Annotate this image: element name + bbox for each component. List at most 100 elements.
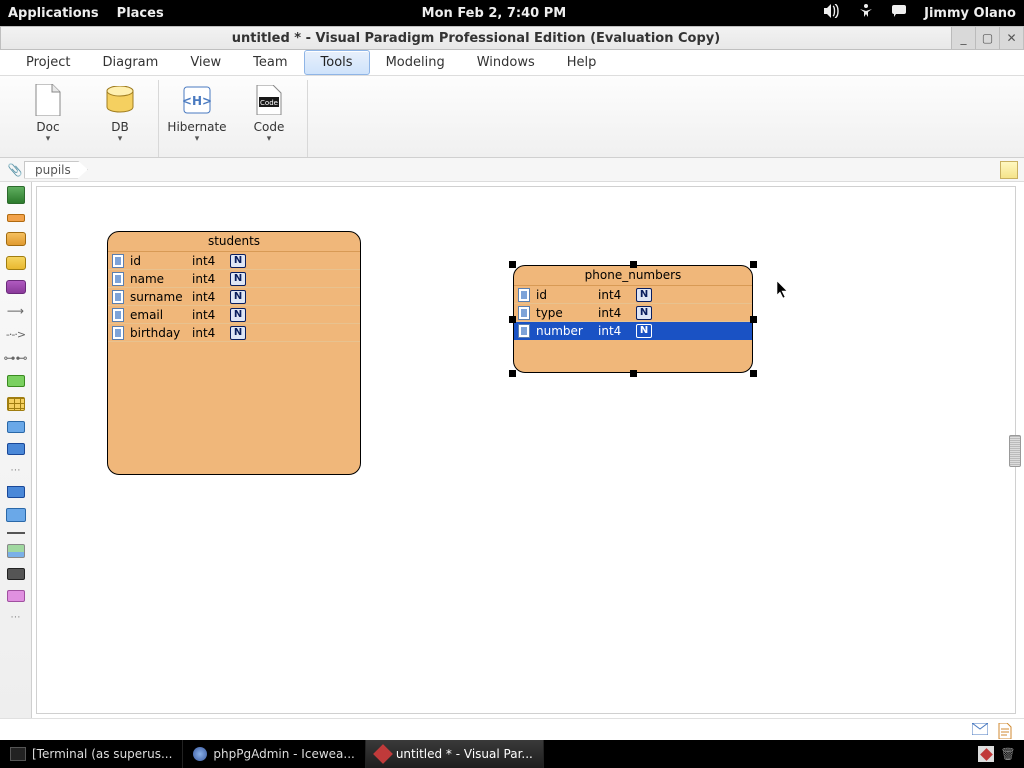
applications-menu[interactable]: Applications [8, 6, 99, 21]
column-icon [112, 326, 124, 340]
taskbar: [Terminal (as superus... phpPgAdmin - Ic… [0, 740, 1024, 768]
entity-phone-numbers-title: phone_numbers [514, 266, 752, 286]
menu-tools[interactable]: Tools [304, 50, 370, 75]
entity-phone-numbers[interactable]: phone_numbers idint4N typeint4N numberin… [513, 265, 753, 373]
palette-orange-2[interactable] [6, 232, 26, 246]
menu-help[interactable]: Help [551, 51, 613, 74]
column-row-selected[interactable]: numberint4N [514, 322, 752, 340]
column-row[interactable]: birthdayint4N [108, 324, 360, 342]
palette-camera[interactable] [7, 568, 25, 580]
column-icon [112, 308, 124, 322]
palette-more[interactable]: ⋯ [11, 612, 21, 623]
palette-purple[interactable] [6, 280, 26, 294]
volume-icon[interactable] [824, 4, 840, 22]
column-row[interactable]: typeint4N [514, 304, 752, 322]
document-status-icon[interactable] [998, 723, 1014, 737]
resize-handle[interactable] [750, 370, 757, 377]
nullable-badge: N [230, 272, 246, 286]
window-minimize-button[interactable]: _ [951, 27, 975, 49]
mail-icon[interactable] [972, 723, 988, 737]
entity-phone-numbers-selection: phone_numbers idint4N typeint4N numberin… [513, 265, 753, 373]
taskbar-terminal[interactable]: [Terminal (as superus... [0, 740, 183, 768]
nullable-badge: N [636, 306, 652, 320]
accessibility-icon[interactable] [858, 3, 874, 23]
nullable-badge: N [230, 326, 246, 340]
palette-image[interactable] [7, 544, 25, 558]
clock: Mon Feb 2, 7:40 PM [164, 6, 824, 21]
palette-note[interactable] [7, 590, 25, 602]
palette-line[interactable] [7, 532, 25, 534]
column-row[interactable]: emailint4N [108, 306, 360, 324]
nullable-badge: N [636, 324, 652, 338]
palette-yellow[interactable] [6, 256, 26, 270]
code-icon: Code [253, 84, 285, 116]
resize-handle[interactable] [630, 261, 637, 268]
palette-table[interactable] [7, 397, 25, 411]
menu-bar: Project Diagram View Team Tools Modeling… [0, 50, 1024, 76]
column-icon [112, 254, 124, 268]
menu-windows[interactable]: Windows [461, 51, 551, 74]
palette-dots[interactable]: ⋯ [11, 465, 21, 476]
taskbar-visual-paradigm[interactable]: untitled * - Visual Par... [366, 740, 544, 768]
nullable-badge: N [230, 254, 246, 268]
resize-handle[interactable] [509, 316, 516, 323]
window-close-button[interactable]: ✕ [999, 27, 1023, 49]
breadcrumb-item[interactable]: pupils [24, 161, 88, 179]
nullable-badge: N [230, 290, 246, 304]
attachment-icon[interactable]: 📎 [6, 161, 24, 179]
nullable-badge: N [636, 288, 652, 302]
resize-handle[interactable] [630, 370, 637, 377]
window-titlebar: untitled * - Visual Paradigm Professiona… [0, 26, 1024, 50]
taskbar-phppgadmin[interactable]: phpPgAdmin - Icewea... [183, 740, 365, 768]
palette-cursor[interactable] [7, 186, 25, 204]
column-row[interactable]: idint4N [108, 252, 360, 270]
resize-handle[interactable] [509, 261, 516, 268]
resize-handle[interactable] [750, 261, 757, 268]
hibernate-button[interactable]: <H> Hibernate ▾ [167, 80, 227, 157]
tray-trash-icon[interactable]: 🗑 [1000, 746, 1016, 762]
entity-students[interactable]: students idint4N nameint4N surnameint4N … [107, 231, 361, 475]
document-icon [32, 84, 64, 116]
entity-students-title: students [108, 232, 360, 252]
resize-handle[interactable] [509, 370, 516, 377]
palette-blue-1[interactable] [7, 421, 25, 433]
palette-orange-1[interactable] [7, 214, 25, 222]
breadcrumb-bar: 📎 pupils [0, 158, 1024, 182]
doc-button[interactable]: Doc ▾ [18, 80, 78, 157]
code-button[interactable]: Code Code ▾ [239, 80, 299, 157]
db-button[interactable]: DB ▾ [90, 80, 150, 157]
chat-icon[interactable] [892, 5, 906, 21]
tray-vp-icon[interactable] [978, 746, 994, 762]
column-row[interactable]: surnameint4N [108, 288, 360, 306]
vp-icon [373, 744, 393, 764]
status-bar [0, 718, 1024, 740]
window-maximize-button[interactable]: ▢ [975, 27, 999, 49]
user-menu[interactable]: Jimmy Olano [924, 6, 1016, 21]
palette-connector-1[interactable]: ⟶ [7, 304, 24, 318]
menu-view[interactable]: View [174, 51, 237, 74]
palette-screen[interactable] [6, 508, 26, 522]
menu-diagram[interactable]: Diagram [86, 51, 174, 74]
palette-folder[interactable] [7, 486, 25, 498]
palette-connector-3[interactable]: ⊶⊷ [4, 351, 28, 365]
column-row[interactable]: idint4N [514, 286, 752, 304]
places-menu[interactable]: Places [117, 6, 164, 21]
browser-icon [193, 747, 207, 761]
menu-team[interactable]: Team [237, 51, 303, 74]
note-icon[interactable] [1000, 161, 1018, 179]
diagram-canvas[interactable]: students idint4N nameint4N surnameint4N … [36, 186, 1016, 714]
mouse-cursor [777, 281, 791, 302]
menu-modeling[interactable]: Modeling [370, 51, 461, 74]
hibernate-icon: <H> [181, 84, 213, 116]
column-icon [518, 324, 530, 338]
menu-project[interactable]: Project [10, 51, 86, 74]
palette-blue-2[interactable] [7, 443, 25, 455]
palette-connector-2[interactable]: -·-·> [6, 328, 25, 341]
palette-green[interactable] [7, 375, 25, 387]
resize-handle[interactable] [750, 316, 757, 323]
column-icon [518, 306, 530, 320]
scrollbar-handle[interactable] [1009, 435, 1021, 467]
gnome-top-bar: Applications Places Mon Feb 2, 7:40 PM J… [0, 0, 1024, 26]
column-icon [112, 290, 124, 304]
column-row[interactable]: nameint4N [108, 270, 360, 288]
